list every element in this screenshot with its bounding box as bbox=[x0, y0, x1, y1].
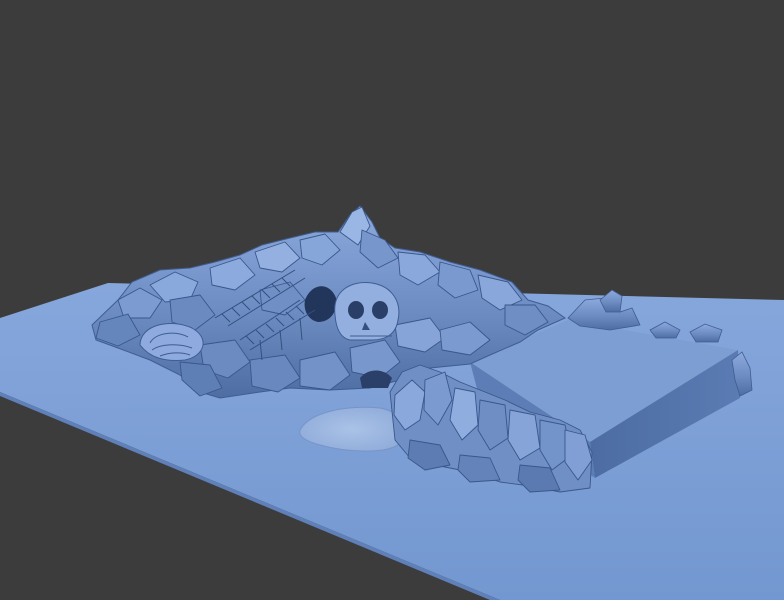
skull-rock bbox=[334, 281, 400, 341]
3d-scene[interactable] bbox=[0, 0, 784, 600]
3d-viewport[interactable] bbox=[0, 0, 784, 600]
